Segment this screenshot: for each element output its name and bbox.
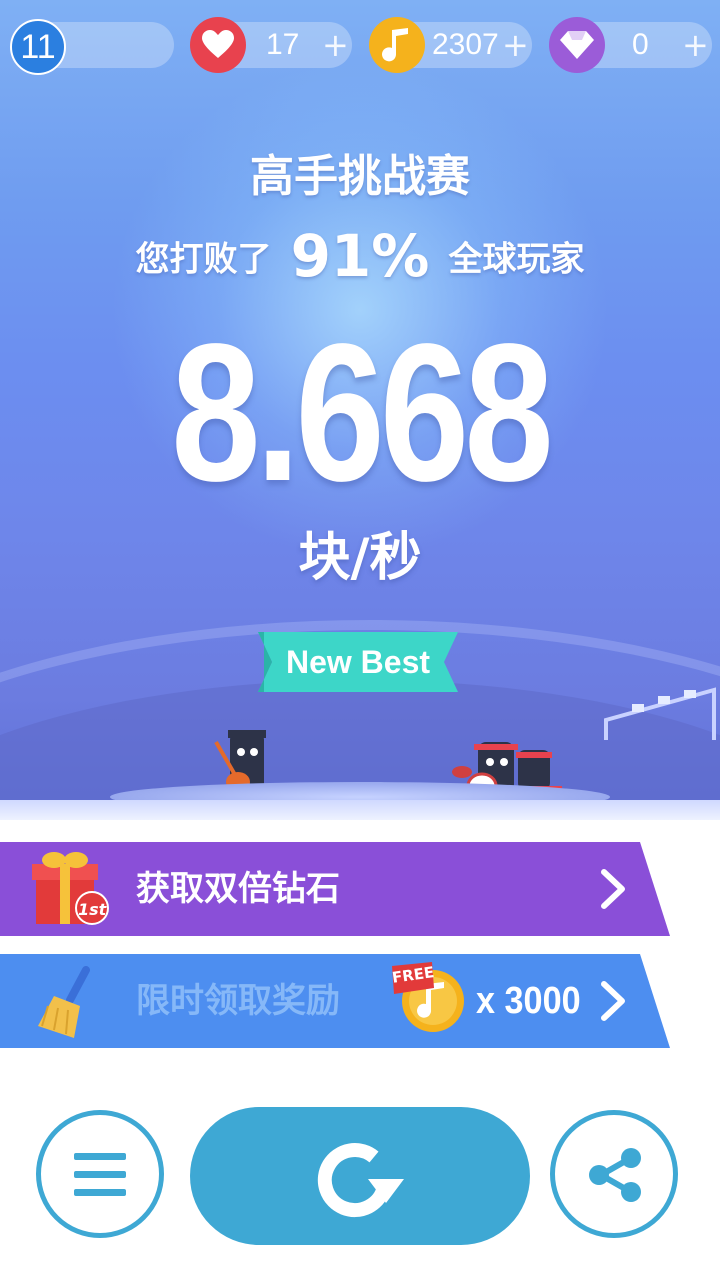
diamond-icon [549,17,605,73]
diamonds-value: 0 [632,28,649,61]
chevron-right-icon [601,869,625,909]
heart-icon [190,17,246,73]
lives-add-button[interactable]: + [322,24,349,66]
level-value: 11 [20,27,56,66]
light-rig-illustration [604,687,716,740]
challenge-title: 高手挑战赛 [250,151,470,202]
level-badge-icon: 11 [10,19,66,75]
first-badge: 1st [78,900,107,919]
music-note-icon [369,17,425,73]
beat-prefix: 您打败了 [135,239,272,280]
beat-percent-line: 您打败了 91% 全球玩家 [0,222,720,290]
reward-amount: x 3000 [476,980,581,1022]
limited-reward-label: 限时领取奖励 [136,981,340,1021]
diamonds-add-button[interactable]: + [682,24,709,66]
limited-reward-button[interactable]: 限时领取奖励 FREE x 3000 [0,954,670,1048]
notes-value: 2307 [432,28,499,61]
new-best-label: New Best [285,644,431,680]
chevron-right-icon [601,981,625,1021]
notes-add-button[interactable]: + [502,24,529,66]
share-button[interactable] [550,1110,678,1238]
beat-suffix: 全球玩家 [448,239,585,280]
broom-icon [38,966,90,1038]
beat-percent: 91% [290,222,430,290]
score-value: 8.668 [171,303,554,522]
menu-button[interactable] [36,1110,164,1238]
replay-icon [317,1143,404,1218]
menu-icon [74,1153,126,1196]
double-diamonds-label: 获取双倍钻石 [136,869,340,909]
share-icon [589,1148,641,1202]
score-unit: 块/秒 [298,528,422,588]
double-diamonds-button[interactable]: 1st 获取双倍钻石 [0,842,670,936]
lives-value: 17 [266,28,300,61]
stage-floor [0,800,720,820]
replay-button[interactable] [190,1107,530,1245]
